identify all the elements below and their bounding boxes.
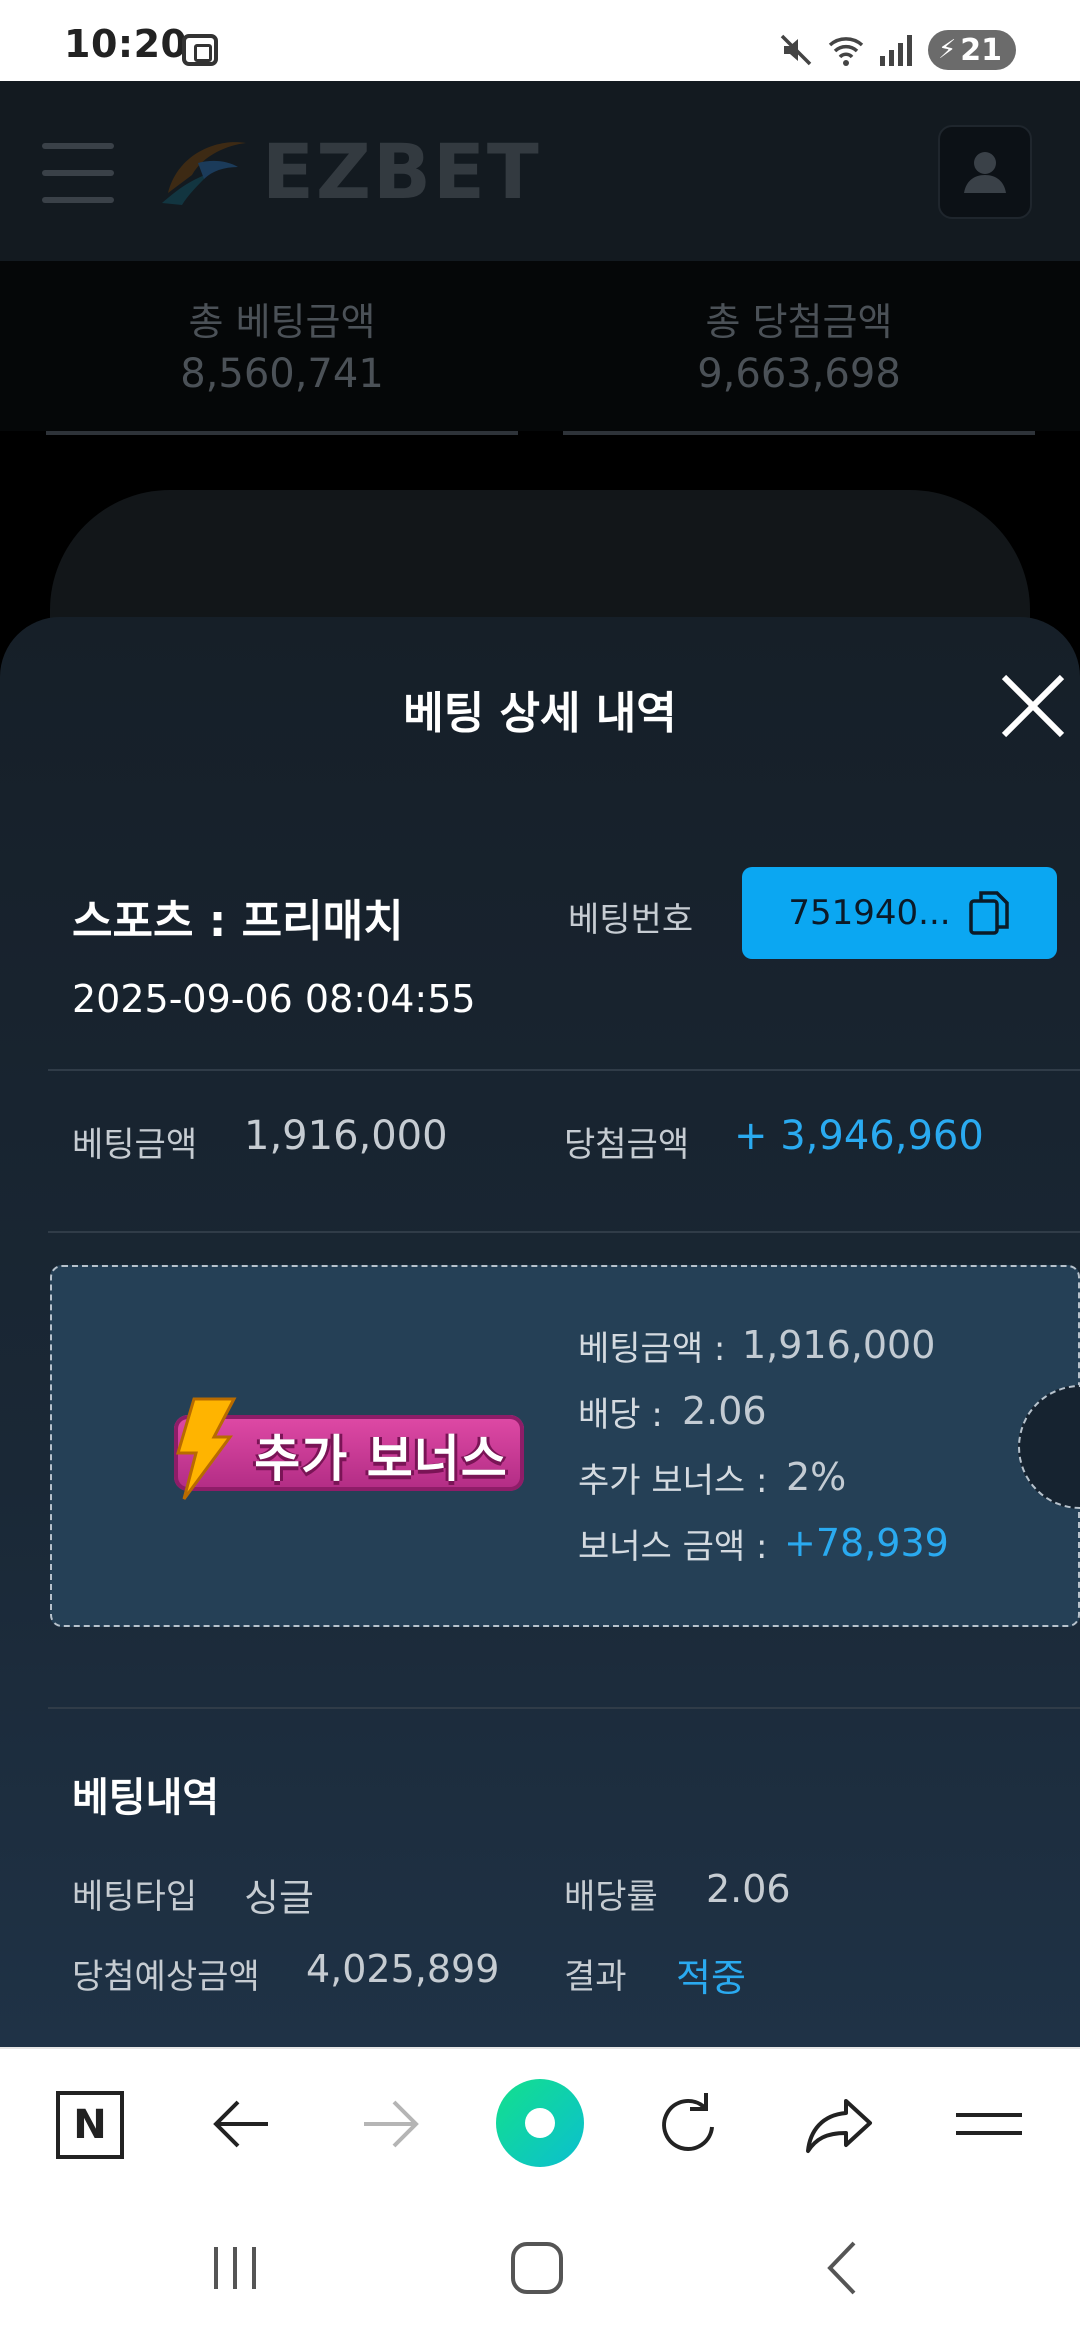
extra-bonus-label: 추가 보너스 : [578, 1461, 768, 1501]
bet-amount-label: 베팅금액 [72, 1125, 198, 1165]
sport-title: 스포츠 : 프리매치 [72, 896, 404, 947]
bet-datetime: 2025-09-06 08:04:55 [72, 977, 476, 1021]
win-amount-label: 당첨금액 [564, 1125, 690, 1165]
divider [48, 1069, 1080, 1071]
copy-bet-number-button[interactable]: 751940... [742, 867, 1057, 959]
result-value: 적중 [676, 1956, 746, 2000]
bet-number-label: 베팅번호 [568, 900, 694, 940]
status-icons: ⚡ 21 [778, 28, 1016, 72]
bet-detail-sheet: 베팅 상세 내역 스포츠 : 프리매치 2025-09-06 08:04:55 … [0, 617, 1080, 2047]
bonus-bet-amount-value: 1,916,000 [742, 1323, 936, 1367]
menu-icon[interactable] [42, 143, 114, 203]
bet-amount-value: 1,916,000 [244, 1113, 448, 1159]
copy-icon [968, 891, 1009, 935]
app-header: EZBET [0, 81, 1080, 261]
bet-number-value: 751940... [788, 893, 951, 933]
odds-rate-label: 배당률 [564, 1877, 658, 1917]
bet-history-title: 베팅내역 [72, 1775, 220, 1821]
user-icon [964, 152, 1006, 193]
bet-type-label: 베팅타입 [72, 1877, 198, 1917]
lightning-bolt-icon [175, 1397, 237, 1500]
back-icon[interactable] [808, 2233, 878, 2303]
expected-win-label: 당첨예상금액 [72, 1957, 260, 1997]
battery-indicator: ⚡ 21 [927, 30, 1016, 70]
total-bet-value: 8,560,741 [180, 351, 384, 397]
win-amount-value: + 3,946,960 [734, 1113, 984, 1159]
extra-bonus-value: 2% [786, 1455, 847, 1499]
recent-apps-icon[interactable] [200, 2233, 270, 2303]
status-time: 10:20 [64, 22, 188, 66]
menu-lines-icon[interactable] [952, 2087, 1026, 2161]
bonus-bet-amount-label: 베팅금액 : [578, 1329, 726, 1369]
bonus-amount-label: 보너스 금액 : [578, 1527, 768, 1567]
back-arrow-icon[interactable] [204, 2087, 278, 2161]
battery-level: 21 [960, 32, 1002, 68]
extra-bonus-badge: 추가 보너스 [164, 1397, 532, 1501]
bonus-badge-text: 추가 보너스 [254, 1430, 508, 1488]
share-icon[interactable] [802, 2087, 876, 2161]
naver-n-icon[interactable]: N [56, 2091, 124, 2159]
signal-icon [879, 35, 912, 66]
result-label: 결과 [564, 1957, 627, 1997]
divider [48, 1231, 1080, 1233]
logo-mark-icon [162, 142, 246, 205]
system-navigation-bar [0, 2197, 1080, 2340]
logo-text: EZBET [262, 126, 541, 216]
logo[interactable]: EZBET [158, 127, 541, 216]
totals-section: 총 베팅금액 8,560,741 총 당첨금액 9,663,698 [0, 261, 1080, 435]
mute-icon [780, 34, 812, 66]
status-bar: 10:20 ⚡ 21 [0, 0, 1080, 81]
screenshot-icon [182, 34, 218, 66]
battery-bolt-icon: ⚡ [937, 35, 957, 65]
bonus-box: 추가 보너스 [50, 1265, 1080, 1627]
divider [48, 1707, 1080, 1709]
total-bet-label: 총 베팅금액 [188, 300, 376, 344]
refresh-icon[interactable] [652, 2087, 726, 2161]
bonus-odds-value: 2.06 [682, 1389, 767, 1433]
browser-toolbar: N [0, 2047, 1080, 2197]
total-bet-box: 총 베팅금액 8,560,741 [46, 297, 518, 435]
bonus-amount-value: +78,939 [784, 1521, 949, 1565]
total-win-box: 총 당첨금액 9,663,698 [563, 297, 1035, 435]
bonus-odds-label: 배당 : [578, 1395, 663, 1435]
home-icon[interactable] [502, 2233, 572, 2303]
green-dot-home-icon[interactable] [496, 2079, 584, 2167]
total-win-value: 9,663,698 [697, 351, 901, 397]
wifi-icon [828, 37, 864, 66]
total-win-label: 총 당첨금액 [705, 300, 893, 344]
close-icon[interactable] [1000, 673, 1066, 739]
profile-button[interactable] [938, 125, 1032, 219]
bet-type-value: 싱글 [244, 1876, 314, 1920]
forward-arrow-icon[interactable] [354, 2087, 428, 2161]
expected-win-value: 4,025,899 [306, 1947, 500, 1991]
sheet-title: 베팅 상세 내역 [403, 688, 677, 739]
odds-rate-value: 2.06 [706, 1867, 791, 1911]
